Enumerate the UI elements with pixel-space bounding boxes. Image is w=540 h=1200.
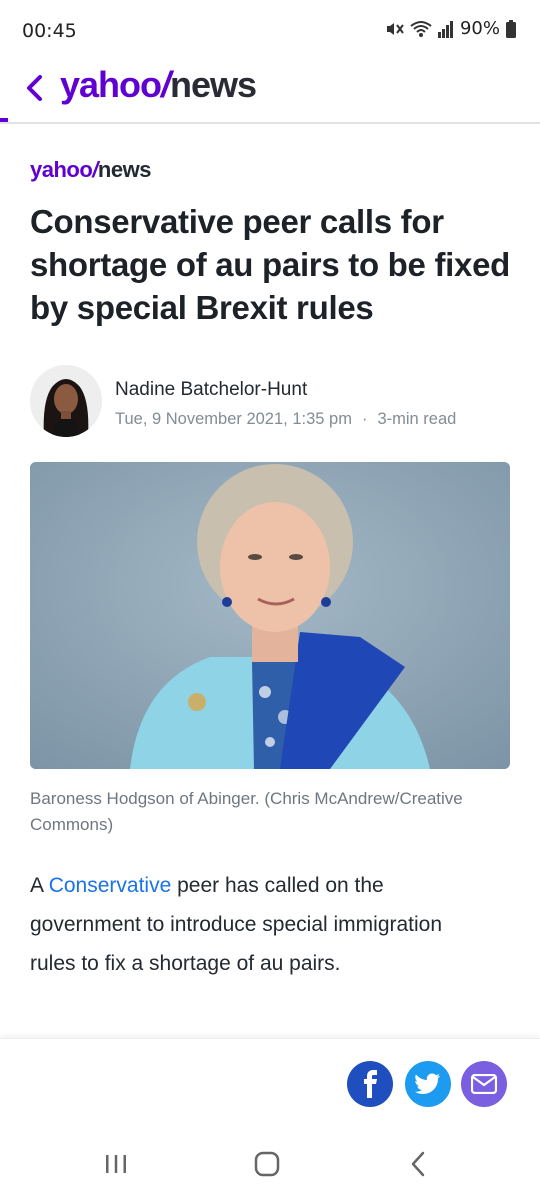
share-email-button[interactable] bbox=[461, 1061, 507, 1107]
logo-bang: / bbox=[161, 64, 171, 105]
share-facebook-button[interactable] bbox=[347, 1061, 393, 1107]
publisher-logo[interactable]: yahoo/news bbox=[30, 157, 151, 183]
article-headline: Conservative peer calls for shortage of … bbox=[30, 203, 510, 326]
article-body-paragraph: A Conservative peer has called on the go… bbox=[30, 866, 490, 983]
battery-icon bbox=[506, 19, 516, 38]
twitter-icon bbox=[415, 1073, 440, 1094]
conservative-link[interactable]: Conservative bbox=[49, 874, 172, 897]
article-hero-image[interactable] bbox=[30, 462, 510, 769]
byline-meta: Tue, 9 November 2021, 1:35 pm · 3-min read bbox=[115, 410, 456, 429]
status-bar: 00:45 90% bbox=[0, 0, 540, 60]
author-photo bbox=[30, 365, 102, 437]
publisher-news: news bbox=[97, 157, 152, 182]
system-back-button[interactable] bbox=[398, 1146, 438, 1182]
read-time: 3-min read bbox=[377, 410, 457, 428]
facebook-icon bbox=[364, 1070, 377, 1098]
share-bar bbox=[0, 1038, 540, 1129]
back-icon bbox=[411, 1151, 425, 1177]
author-name[interactable]: Nadine Batchelor-Hunt bbox=[115, 379, 307, 401]
status-icons: 90% bbox=[384, 18, 516, 39]
share-twitter-button[interactable] bbox=[405, 1061, 451, 1107]
recent-apps-icon bbox=[106, 1155, 126, 1173]
recent-apps-button[interactable] bbox=[96, 1146, 136, 1182]
image-caption: Baroness Hodgson of Abinger. (Chris McAn… bbox=[30, 789, 463, 834]
signal-icon bbox=[437, 20, 454, 38]
yahoo-news-logo[interactable]: yahoo/news bbox=[60, 64, 257, 106]
status-time: 00:45 bbox=[22, 20, 77, 42]
publish-date: Tue, 9 November 2021, 1:35 pm bbox=[115, 410, 352, 428]
back-button[interactable] bbox=[18, 70, 50, 106]
body-prefix: A bbox=[30, 874, 49, 897]
byline-separator: · bbox=[361, 410, 368, 428]
mute-icon bbox=[384, 19, 404, 39]
battery-percent: 90% bbox=[459, 18, 500, 39]
chevron-left-icon bbox=[27, 75, 42, 101]
home-icon bbox=[254, 1151, 280, 1177]
publisher-yahoo: yahoo bbox=[30, 157, 93, 182]
logo-yahoo: yahoo bbox=[60, 64, 162, 105]
email-icon bbox=[471, 1074, 497, 1094]
header-accent bbox=[0, 118, 8, 122]
wifi-icon bbox=[410, 20, 432, 38]
author-avatar[interactable] bbox=[30, 365, 102, 437]
logo-news: news bbox=[170, 64, 257, 105]
portrait-illustration bbox=[30, 462, 510, 769]
home-button[interactable] bbox=[247, 1146, 287, 1182]
